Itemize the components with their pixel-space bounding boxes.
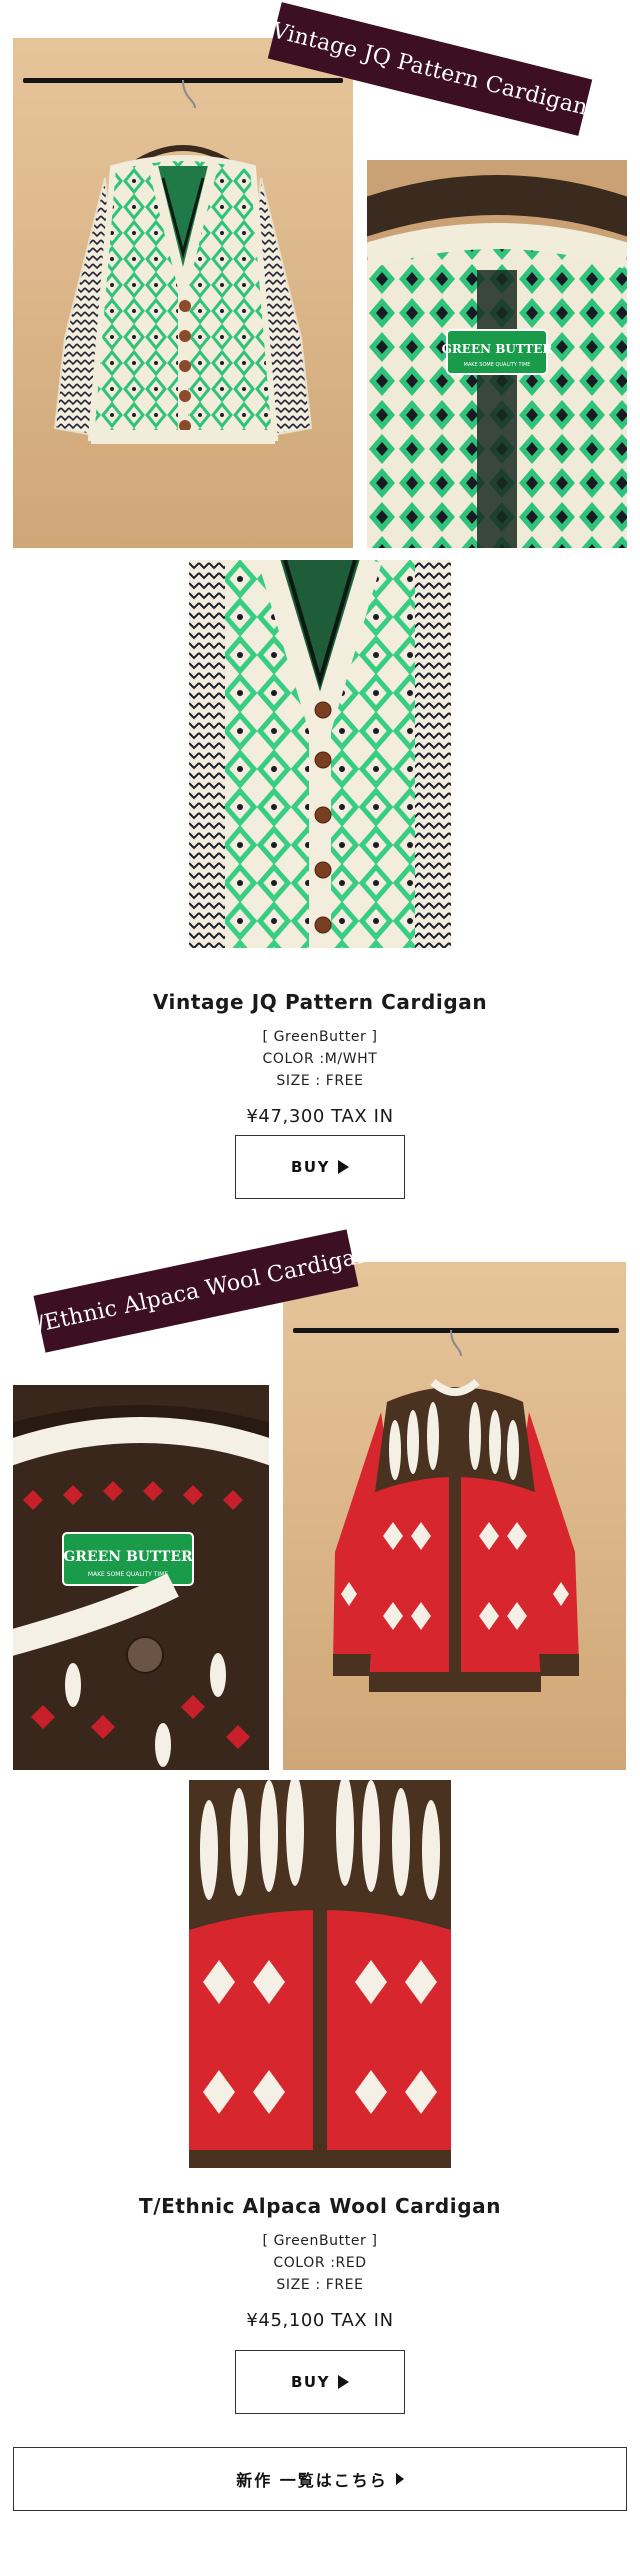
product-color: COLOR :RED <box>273 2255 367 2271</box>
product-photo-hanging <box>13 38 353 548</box>
product-photo-hanging <box>283 1262 626 1770</box>
label-tag-tagline: MAKE SOME QUALITY TIME <box>464 362 531 368</box>
product-info: Vintage JQ Pattern Cardigan [ GreenButte… <box>0 990 640 1127</box>
product-photo-front-closeup <box>189 560 451 948</box>
buy-button[interactable]: BUY <box>235 2350 405 2414</box>
product-photo-front-closeup <box>189 1780 451 2168</box>
cardigan-red-illustration <box>293 1328 619 1692</box>
product-photo-label-closeup: GREEN BUTTER MAKE SOME QUALITY TIME <box>13 1385 269 1770</box>
product-size: SIZE : FREE <box>276 2277 364 2293</box>
page: Vintage JQ Pattern Cardigan GREEN BUTTER… <box>0 0 640 2553</box>
product-price: ¥47,300 TAX IN <box>246 1106 394 1127</box>
product-price: ¥45,100 TAX IN <box>246 2310 394 2331</box>
play-triangle-icon <box>395 2473 404 2485</box>
product-color: COLOR :M/WHT <box>262 1051 378 1067</box>
label-closeup-illustration: GREEN BUTTER MAKE SOME QUALITY TIME <box>367 160 627 548</box>
new-arrivals-label: 新作 一覧はこちら <box>236 2471 388 2490</box>
play-triangle-icon <box>337 1160 349 1174</box>
product-brand: [ GreenButter ] <box>262 2233 378 2249</box>
label-tag-tagline: MAKE SOME QUALITY TIME <box>88 1571 169 1578</box>
product-info: T/Ethnic Alpaca Wool Cardigan [ GreenBut… <box>0 2194 640 2331</box>
product-name: T/Ethnic Alpaca Wool Cardigan <box>138 2194 502 2218</box>
label-closeup-illustration: GREEN BUTTER MAKE SOME QUALITY TIME <box>13 1385 269 1770</box>
buy-button-label: BUY <box>291 2373 330 2391</box>
product-name: Vintage JQ Pattern Cardigan <box>152 990 488 1014</box>
buy-button-label: BUY <box>291 1158 330 1176</box>
new-arrivals-button[interactable]: 新作 一覧はこちら <box>13 2447 627 2511</box>
front-closeup-illustration <box>189 1780 451 2168</box>
product-photo-label-closeup: GREEN BUTTER MAKE SOME QUALITY TIME <box>367 160 627 548</box>
label-tag-brand: GREEN BUTTER <box>63 1549 193 1565</box>
cardigan-white-green-illustration <box>23 78 343 444</box>
label-tag-brand: GREEN BUTTER <box>442 342 554 356</box>
product-size: SIZE : FREE <box>276 1073 364 1089</box>
play-triangle-icon <box>337 2375 349 2389</box>
buy-button[interactable]: BUY <box>235 1135 405 1199</box>
hanger-rail <box>293 1328 619 1333</box>
product-brand: [ GreenButter ] <box>262 1029 378 1045</box>
front-closeup-illustration <box>189 560 451 948</box>
